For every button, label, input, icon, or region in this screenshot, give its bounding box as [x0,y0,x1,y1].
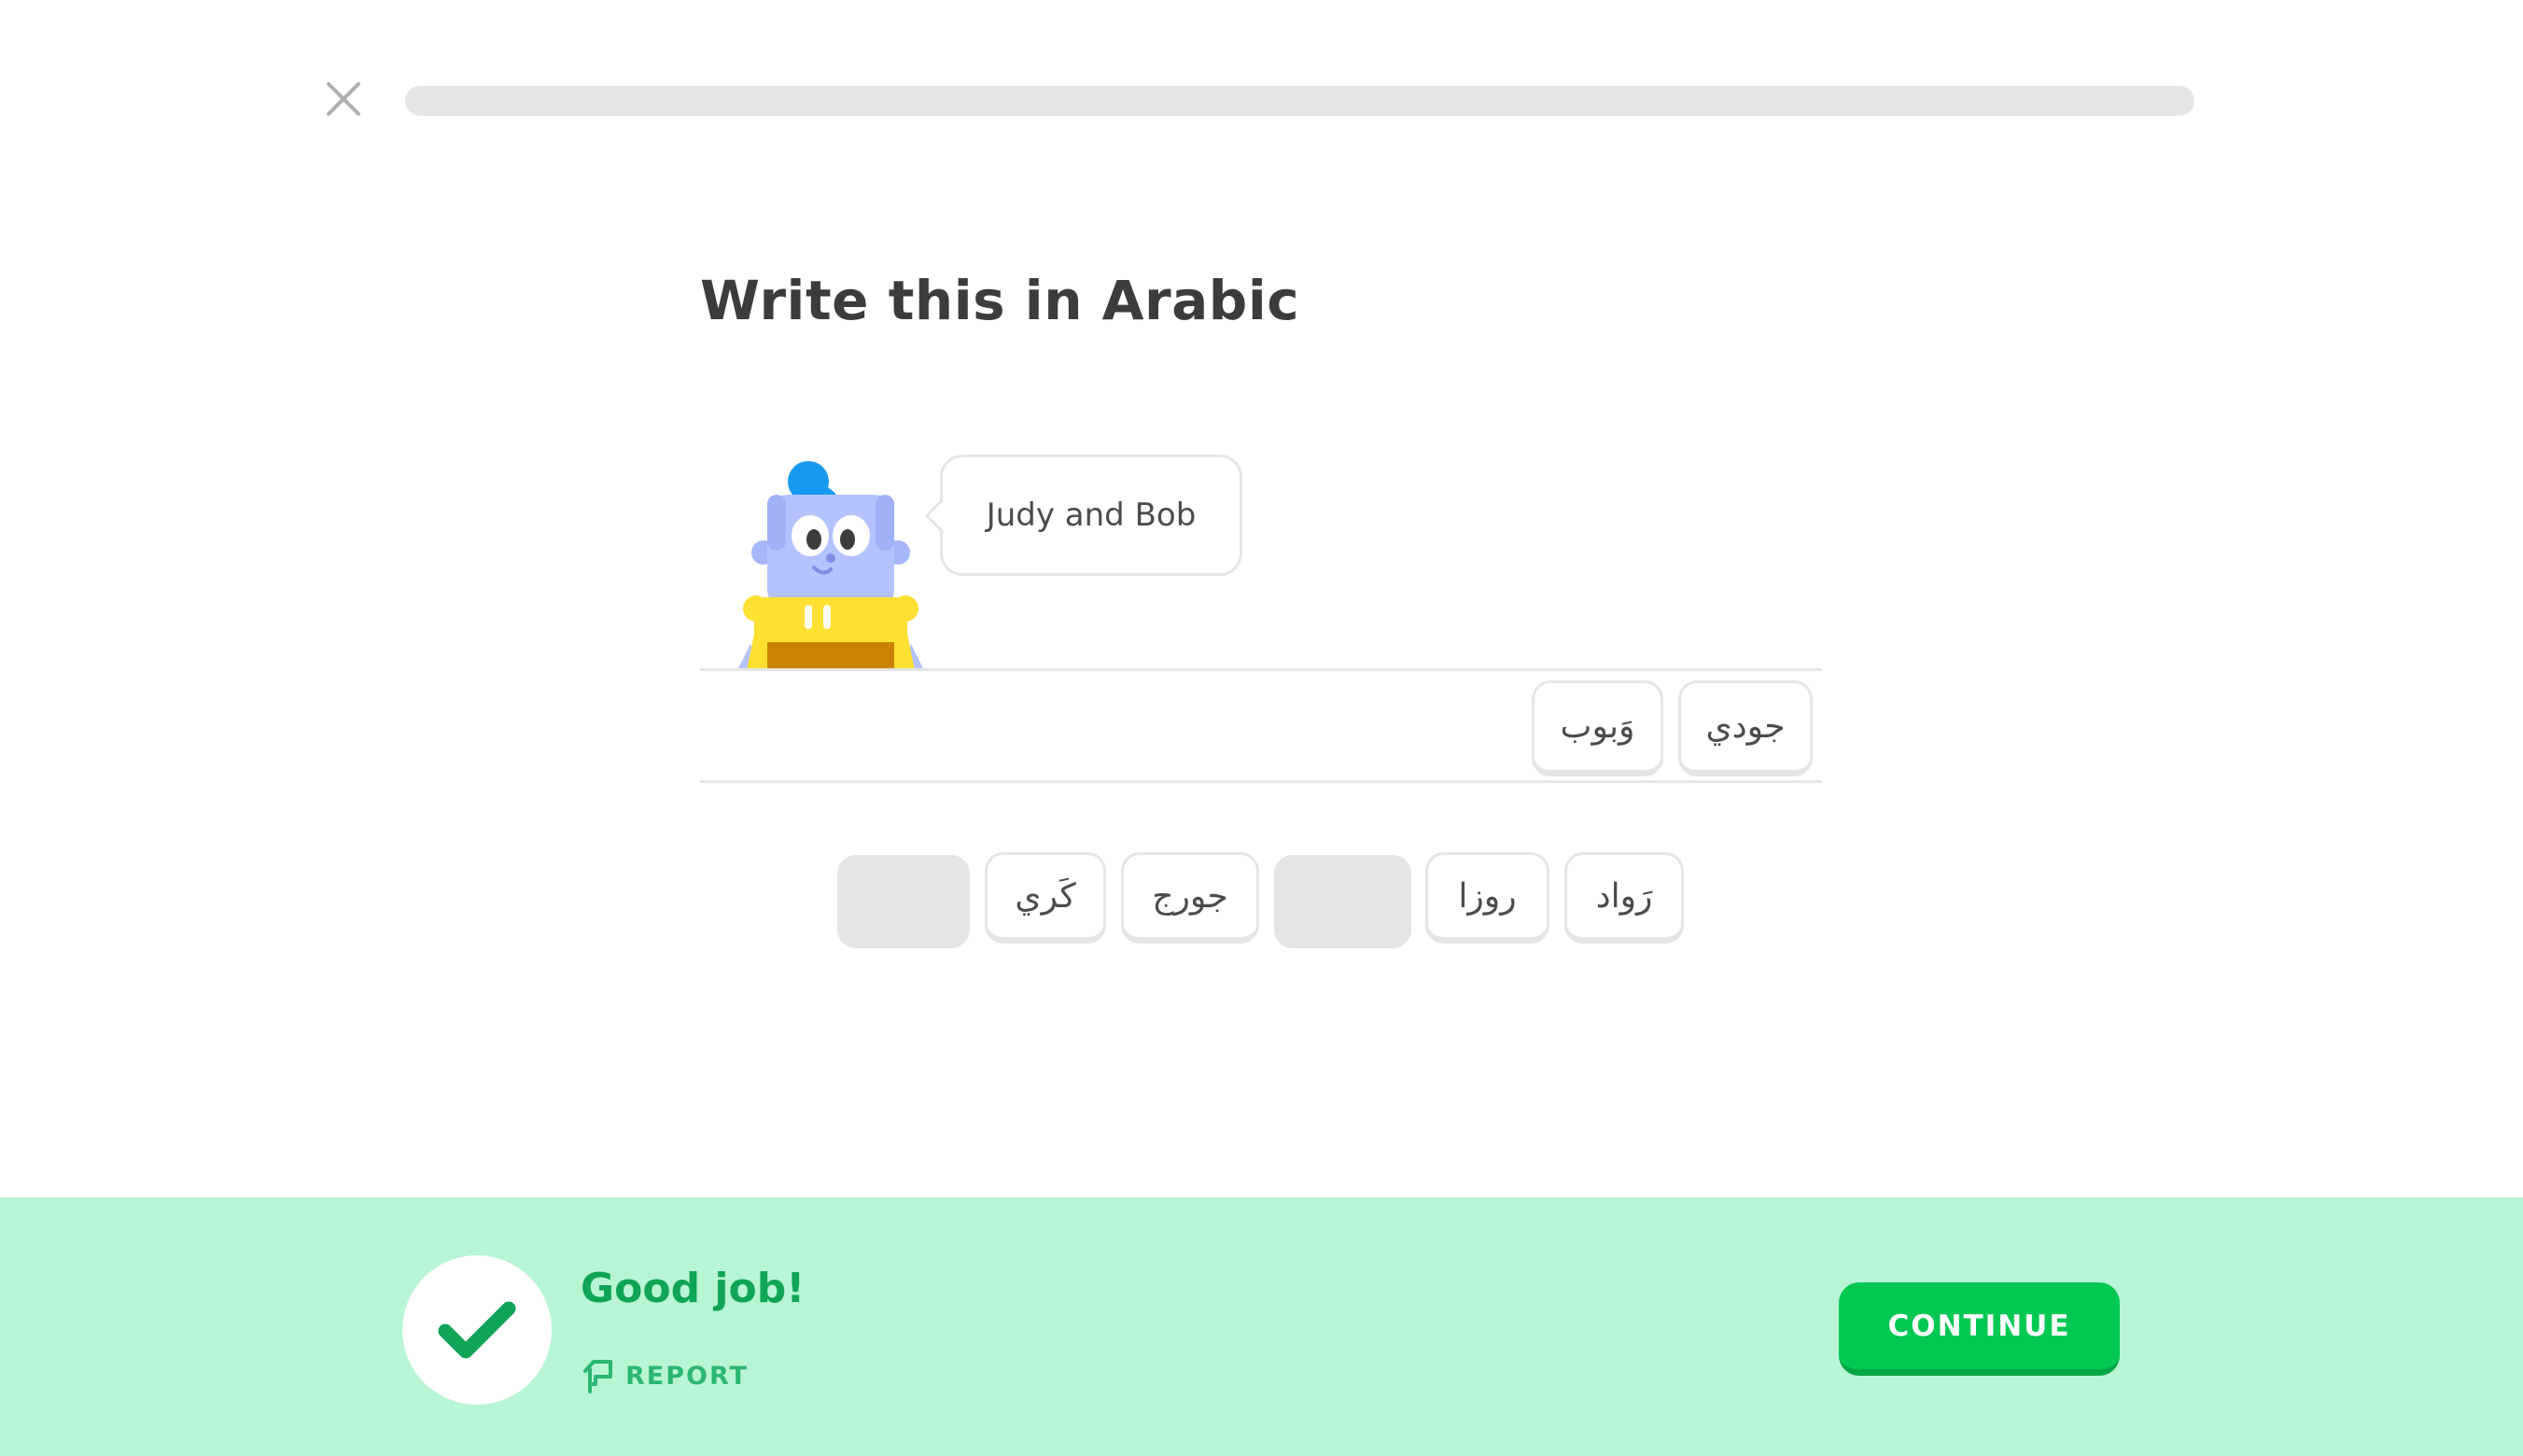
character-illustration [737,461,924,670]
close-icon [327,82,360,116]
word-bank-empty-slot [1274,855,1411,948]
speech-bubble-tail [924,498,959,533]
answer-tile[interactable]: جودي [1678,680,1813,777]
report-button[interactable]: REPORT [582,1358,749,1393]
word-bank-tile[interactable]: كَري [985,852,1106,944]
word-bank-tile[interactable]: رَواد [1564,852,1684,944]
speech-bubble-text: Judy and Bob [986,497,1197,534]
close-button[interactable] [321,77,366,121]
progress-bar [405,86,2194,116]
word-bank-empty-slot [837,855,970,948]
feedback-message: Good job! [581,1265,806,1312]
answer-line-bottom [700,780,1822,783]
lesson-page: Write this in Arabic Judy and Bob جودي و… [0,0,2523,1456]
challenge-title: Write this in Arabic [700,269,1300,332]
report-label: REPORT [625,1361,749,1391]
flag-icon [583,1360,612,1393]
checkmark-icon [438,1301,516,1359]
answer-line-top [700,668,1822,671]
continue-button[interactable]: CONTINUE [1839,1282,2120,1376]
answer-tile[interactable]: وَبوب [1532,680,1663,777]
success-badge [402,1255,552,1405]
feedback-footer: Good job! REPORT CONTINUE [0,1197,2523,1456]
speech-bubble[interactable]: Judy and Bob [924,455,1242,576]
word-bank-tile[interactable]: جورج [1121,852,1259,944]
word-bank-tile[interactable]: روزا [1425,852,1549,944]
